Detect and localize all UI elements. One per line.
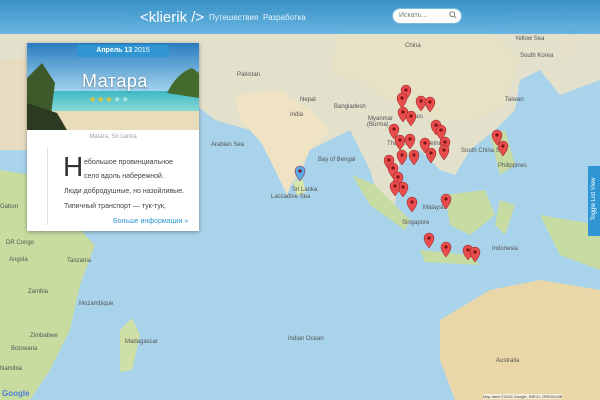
map-label: Namibia bbox=[0, 366, 23, 372]
desc-line-2: село вдоль набережной. bbox=[84, 173, 164, 180]
map-label: Pakistan bbox=[237, 72, 260, 78]
map-label: Taiwan bbox=[505, 97, 524, 103]
map-label: Angola bbox=[9, 257, 28, 263]
map-label: Mozambique bbox=[79, 301, 114, 307]
star-filled-icon: ★ bbox=[105, 95, 114, 104]
map-label: Gabon bbox=[0, 204, 18, 210]
google-logo[interactable]: Google bbox=[2, 389, 30, 398]
search-input[interactable] bbox=[399, 12, 449, 19]
map-label: (Burma) bbox=[367, 122, 389, 128]
place-location: Matara, Sri Lanka bbox=[89, 134, 137, 140]
star-filled-icon: ★ bbox=[89, 95, 98, 104]
map-label: Singapore bbox=[402, 220, 430, 226]
nav-link-travel[interactable]: Путешествия bbox=[209, 13, 258, 22]
date-day: Апрель 13 bbox=[96, 47, 133, 54]
map-label: Botswana bbox=[11, 346, 38, 352]
map-label: Sri Lanka bbox=[292, 187, 318, 193]
map-label: South Korea bbox=[520, 53, 554, 59]
place-card: Апрель 13 2015 Матара ★★★★★ Matara, Sri … bbox=[27, 43, 199, 231]
desc-line-3: Люди добродушные, но назойливые. bbox=[64, 188, 185, 195]
map-label: Philippines bbox=[498, 163, 527, 169]
toggle-list-view-label: Toggle List View bbox=[591, 177, 597, 221]
map-label: Bay of Bengal bbox=[318, 157, 355, 163]
map-label: DR Congo bbox=[6, 240, 35, 246]
date-year: 2015 bbox=[132, 47, 150, 54]
toggle-list-view-tab[interactable]: Toggle List View bbox=[588, 166, 600, 236]
desc-line-1: ебольшое провинциальное bbox=[84, 159, 173, 166]
map-label: Tanzania bbox=[67, 258, 92, 264]
drop-cap: Н bbox=[63, 151, 84, 182]
search-icon[interactable] bbox=[449, 11, 457, 19]
map-label: Zambia bbox=[28, 289, 49, 295]
map-label: Indonesia bbox=[492, 246, 519, 252]
more-info-link[interactable]: Больше информации » bbox=[113, 218, 188, 225]
map-label: Nepal bbox=[300, 97, 316, 103]
place-description: Н ебольшое провинциальное село вдоль наб… bbox=[47, 147, 200, 225]
map-attribution: Map data ©2016 Google, INEGI, ORION-ME bbox=[483, 394, 563, 399]
map-label: Australia bbox=[496, 358, 520, 364]
map-label: China bbox=[405, 43, 421, 49]
map-label: Bangladesh bbox=[334, 104, 366, 110]
date-badge: Апрель 13 2015 bbox=[77, 45, 169, 57]
star-empty-icon: ★ bbox=[121, 95, 130, 104]
desc-line-4: Типичный транспорт — тук-тук, bbox=[64, 203, 166, 210]
place-title: Матара bbox=[82, 71, 148, 91]
top-nav-bar: <klierik /> Путешествия Разработка bbox=[0, 0, 600, 34]
brand-logo[interactable]: <klierik /> bbox=[140, 9, 204, 26]
map-label: Zimbabwe bbox=[30, 333, 58, 339]
map-label: Laccadive Sea bbox=[271, 194, 311, 200]
map-label: Indian Ocean bbox=[288, 336, 324, 342]
rating-stars: ★★★★★ bbox=[89, 95, 130, 104]
map-label: India bbox=[290, 112, 304, 118]
place-photo: Апрель 13 2015 Матара ★★★★★ bbox=[27, 43, 199, 130]
nav-link-development[interactable]: Разработка bbox=[263, 13, 306, 22]
map-label: Yellow Sea bbox=[515, 36, 545, 42]
star-empty-icon: ★ bbox=[113, 95, 122, 104]
map-label: Arabian Sea bbox=[211, 142, 245, 148]
map-label: Madagascar bbox=[125, 339, 158, 345]
search-box[interactable] bbox=[393, 9, 461, 23]
